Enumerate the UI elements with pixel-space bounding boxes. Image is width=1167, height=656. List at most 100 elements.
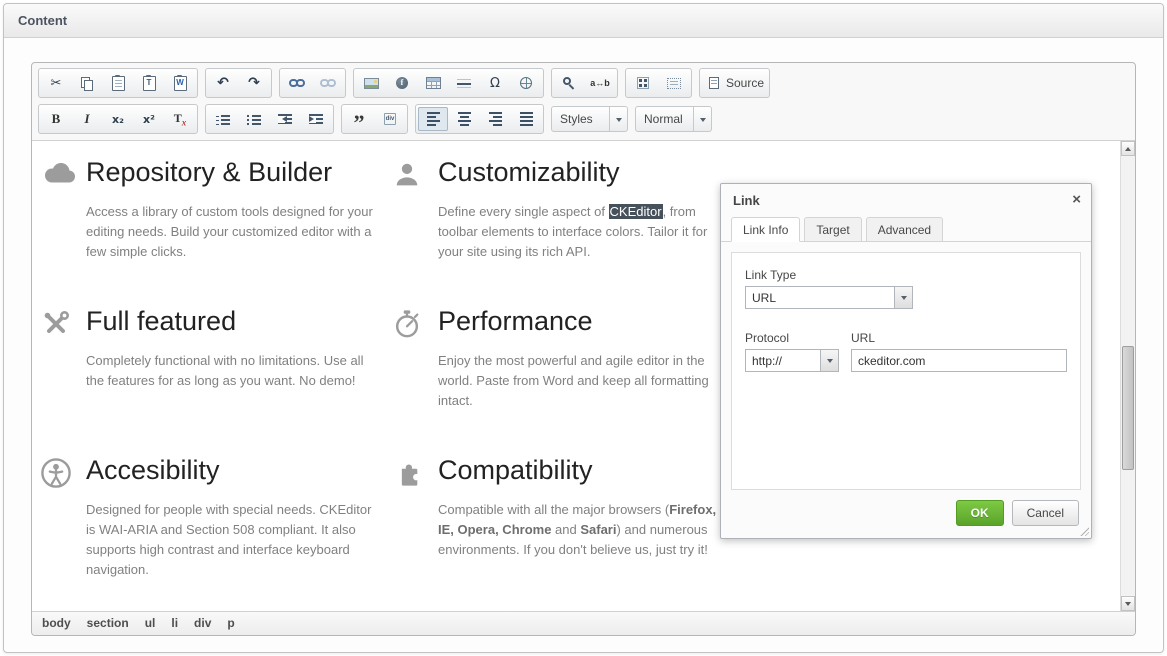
- tab-link-info[interactable]: Link Info: [731, 217, 800, 242]
- blockquote-button[interactable]: ”: [344, 107, 374, 131]
- toolbar-group: [205, 104, 334, 134]
- maximize-button[interactable]: [628, 71, 658, 95]
- link-type-label: Link Type: [745, 268, 1067, 282]
- feature-text: Compatible with all the major browsers (…: [438, 500, 734, 560]
- page: Content ✂TW↶↷Ωa↔bSourceBIx₂x²Tx”divStyle…: [0, 0, 1167, 656]
- align-right-button[interactable]: [480, 107, 510, 131]
- chevron-down-icon: [609, 107, 627, 131]
- special-character-button[interactable]: Ω: [480, 71, 510, 95]
- stopwatch-icon: [392, 306, 438, 411]
- copy-button[interactable]: [72, 71, 102, 95]
- table-icon: [425, 75, 442, 92]
- outdent-button[interactable]: [270, 107, 300, 131]
- align-justify-icon: [518, 111, 535, 128]
- cancel-button[interactable]: Cancel: [1012, 500, 1079, 526]
- close-icon[interactable]: ×: [1072, 192, 1081, 207]
- vertical-scrollbar[interactable]: [1120, 141, 1135, 611]
- special-character-icon: Ω: [487, 75, 504, 92]
- dropdown-button[interactable]: [820, 350, 838, 371]
- paste-text-button[interactable]: T: [134, 71, 164, 95]
- feature-text: Designed for people with special needs. …: [86, 500, 382, 580]
- protocol-select[interactable]: http://: [745, 349, 839, 372]
- undo-button[interactable]: ↶: [208, 71, 238, 95]
- remove-format-button[interactable]: Tx: [165, 107, 195, 131]
- show-blocks-button[interactable]: [659, 71, 689, 95]
- replace-button[interactable]: a↔b: [585, 71, 615, 95]
- path-item-ul[interactable]: ul: [145, 616, 156, 630]
- find-button[interactable]: [554, 71, 584, 95]
- format-combo-value: Normal: [644, 112, 686, 126]
- table-button[interactable]: [418, 71, 448, 95]
- unlink-button[interactable]: [313, 71, 343, 95]
- element-path-bar: body section ul li div p: [32, 611, 1135, 635]
- protocol-value: http://: [746, 354, 820, 368]
- align-justify-button[interactable]: [511, 107, 541, 131]
- content-titlebar: Content: [4, 4, 1163, 38]
- up-arrow-icon: [1125, 144, 1131, 151]
- paste-button[interactable]: [103, 71, 133, 95]
- puzzle-icon: [392, 455, 438, 580]
- toolbar-group: [415, 104, 544, 134]
- subscript-button[interactable]: x₂: [103, 107, 133, 131]
- dialog-header[interactable]: Link ×: [721, 184, 1091, 216]
- div-container-button[interactable]: div: [375, 107, 405, 131]
- feature-title: Compatibility: [438, 455, 734, 486]
- align-center-icon: [456, 111, 473, 128]
- outdent-icon: [277, 111, 294, 128]
- scroll-up-button[interactable]: [1121, 141, 1135, 156]
- scrollbar-thumb[interactable]: [1122, 346, 1134, 470]
- feature-title: Accesibility: [86, 455, 382, 486]
- image-button[interactable]: [356, 71, 386, 95]
- path-item-div[interactable]: div: [194, 616, 211, 630]
- align-center-button[interactable]: [449, 107, 479, 131]
- ok-button[interactable]: OK: [956, 500, 1004, 526]
- styles-combo[interactable]: Styles: [551, 106, 628, 132]
- format-combo[interactable]: Normal: [635, 106, 712, 132]
- link-type-select[interactable]: URL: [745, 286, 913, 309]
- feature-repository-builder: Repository & BuilderAccess a library of …: [40, 157, 392, 262]
- paste-from-word-button[interactable]: W: [165, 71, 195, 95]
- cut-button[interactable]: ✂: [41, 71, 71, 95]
- replace-icon: a↔b: [592, 75, 609, 92]
- scroll-down-button[interactable]: [1121, 596, 1135, 611]
- text-segment: Safari: [580, 522, 616, 537]
- unlink-icon: [320, 75, 337, 92]
- toolbar-group: Normal: [635, 106, 712, 132]
- url-input[interactable]: [851, 349, 1067, 372]
- remove-format-icon: Tx: [172, 111, 189, 128]
- horizontal-rule-button[interactable]: [449, 71, 479, 95]
- link-button[interactable]: [282, 71, 312, 95]
- feature-title: Performance: [438, 306, 734, 337]
- paste-icon: [110, 75, 127, 92]
- align-left-button[interactable]: [418, 107, 448, 131]
- show-blocks-icon: [666, 75, 683, 92]
- selected-text: CKEditor: [609, 204, 663, 219]
- iframe-button[interactable]: [511, 71, 541, 95]
- indent-button[interactable]: [301, 107, 331, 131]
- toolbar-group: Styles: [551, 106, 628, 132]
- resize-handle[interactable]: [1079, 526, 1089, 536]
- align-left-icon: [425, 111, 442, 128]
- feature-title: Customizability: [438, 157, 734, 188]
- cloud-icon: [40, 157, 86, 262]
- cut-icon: ✂: [48, 75, 65, 92]
- superscript-button[interactable]: x²: [134, 107, 164, 131]
- chevron-down-icon: [693, 107, 711, 131]
- path-item-body[interactable]: body: [42, 616, 71, 630]
- redo-button[interactable]: ↷: [239, 71, 269, 95]
- protocol-label: Protocol: [745, 331, 839, 345]
- bold-button[interactable]: B: [41, 107, 71, 131]
- path-item-li[interactable]: li: [171, 616, 178, 630]
- feature-title: Full featured: [86, 306, 382, 337]
- source-button[interactable]: Source: [702, 71, 767, 95]
- flash-button[interactable]: [387, 71, 417, 95]
- tab-target[interactable]: Target: [804, 217, 861, 242]
- numbered-list-button[interactable]: [208, 107, 238, 131]
- italic-button[interactable]: I: [72, 107, 102, 131]
- bulleted-list-button[interactable]: [239, 107, 269, 131]
- path-item-section[interactable]: section: [87, 616, 129, 630]
- dropdown-button[interactable]: [894, 287, 912, 308]
- toolbar-group: [625, 68, 692, 98]
- path-item-p[interactable]: p: [227, 616, 234, 630]
- tab-advanced[interactable]: Advanced: [866, 217, 943, 242]
